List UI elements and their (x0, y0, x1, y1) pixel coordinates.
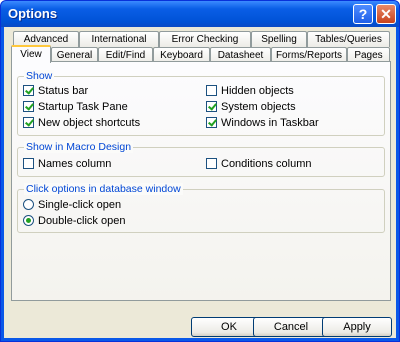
options-dialog: Options ? ✕ Advanced International Error… (0, 0, 400, 342)
checkbox-checked-icon[interactable] (23, 117, 34, 128)
system-objects-checkbox[interactable]: System objects (206, 101, 296, 114)
checkbox-checked-icon[interactable] (206, 101, 217, 112)
checkbox-checked-icon[interactable] (23, 85, 34, 96)
single-click-open-radio[interactable]: Single-click open (23, 199, 121, 212)
checkbox-label: Status bar (38, 85, 89, 97)
hidden-objects-checkbox[interactable]: Hidden objects (206, 85, 294, 98)
checkbox-checked-icon[interactable] (206, 117, 217, 128)
checkbox-unchecked-icon[interactable] (23, 158, 34, 169)
radio-unselected-icon[interactable] (23, 199, 34, 210)
help-button[interactable]: ? (353, 4, 373, 24)
conditions-column-checkbox[interactable]: Conditions column (206, 158, 312, 171)
radio-label: Double-click open (38, 215, 126, 227)
checkbox-unchecked-icon[interactable] (206, 158, 217, 169)
tab-tables-queries[interactable]: Tables/Queries (307, 31, 390, 47)
macro-design-group: Show in Macro Design Names column Condit… (17, 141, 385, 177)
radio-label: Single-click open (38, 199, 122, 211)
dialog-body: Advanced International Error Checking Sp… (4, 27, 396, 338)
tab-view[interactable]: View (11, 45, 51, 63)
checkbox-label: Windows in Taskbar (221, 117, 319, 129)
close-button[interactable]: ✕ (376, 4, 396, 24)
show-group: Show Status bar Startup Task Pane New ob… (17, 70, 385, 136)
show-group-label: Show (24, 70, 55, 82)
tab-error-checking[interactable]: Error Checking (159, 31, 251, 47)
windows-in-taskbar-checkbox[interactable]: Windows in Taskbar (206, 117, 319, 130)
view-tab-page: Show Status bar Startup Task Pane New ob… (11, 61, 391, 301)
click-options-group: Click options in database window Single-… (17, 183, 385, 233)
tab-international[interactable]: International (79, 31, 159, 47)
names-column-checkbox[interactable]: Names column (23, 158, 111, 171)
checkbox-label: Startup Task Pane (38, 101, 128, 113)
checkbox-label: Conditions column (221, 158, 312, 170)
radio-selected-icon[interactable] (23, 215, 34, 226)
title-bar[interactable]: Options ? ✕ (1, 1, 399, 27)
cancel-button[interactable]: Cancel (253, 317, 329, 337)
checkbox-unchecked-icon[interactable] (206, 85, 217, 96)
status-bar-checkbox[interactable]: Status bar (23, 85, 88, 98)
window-title: Options (8, 6, 58, 21)
apply-button[interactable]: Apply (322, 317, 392, 337)
checkbox-label: Hidden objects (221, 85, 294, 97)
new-object-shortcuts-checkbox[interactable]: New object shortcuts (23, 117, 140, 130)
checkbox-label: New object shortcuts (38, 117, 141, 129)
tab-spelling[interactable]: Spelling (251, 31, 307, 47)
double-click-open-radio[interactable]: Double-click open (23, 215, 125, 228)
click-options-group-label: Click options in database window (24, 183, 183, 195)
checkbox-checked-icon[interactable] (23, 101, 34, 112)
checkbox-label: Names column (38, 158, 112, 170)
startup-task-pane-checkbox[interactable]: Startup Task Pane (23, 101, 128, 114)
checkbox-label: System objects (221, 101, 296, 113)
macro-design-group-label: Show in Macro Design (24, 141, 134, 153)
